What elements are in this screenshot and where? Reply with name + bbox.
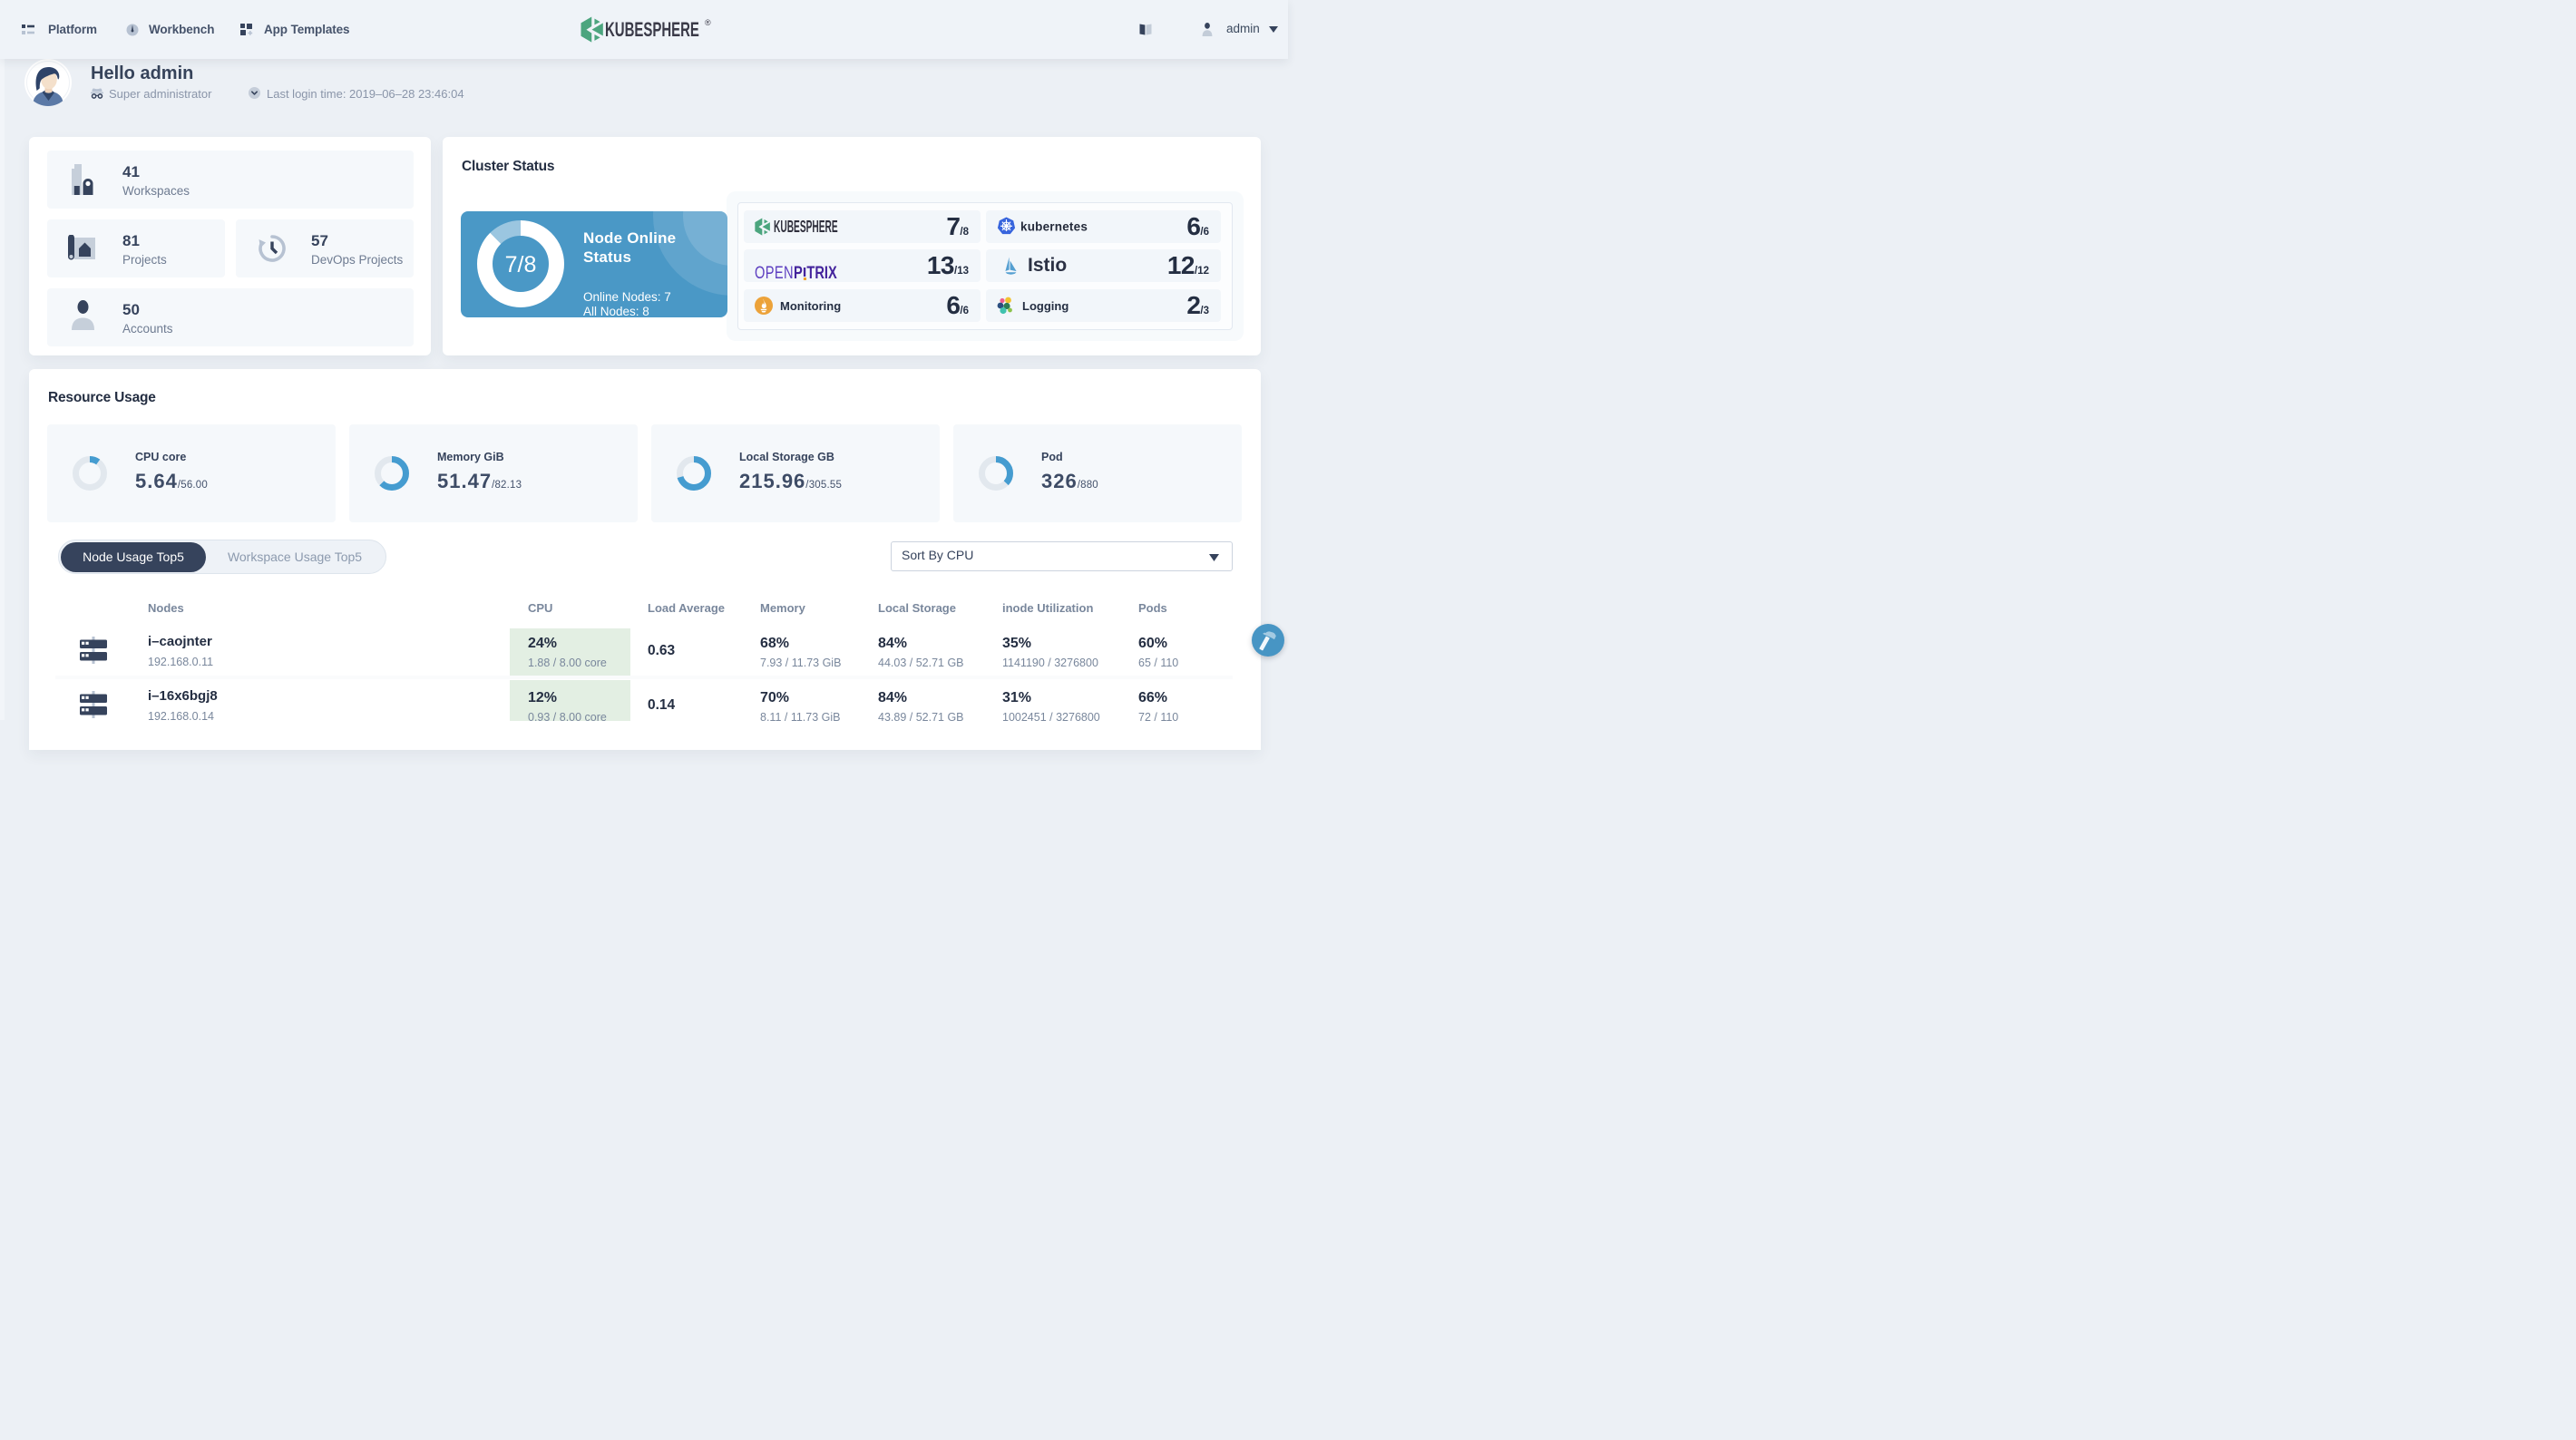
svg-text:7/8: 7/8 xyxy=(505,252,537,277)
